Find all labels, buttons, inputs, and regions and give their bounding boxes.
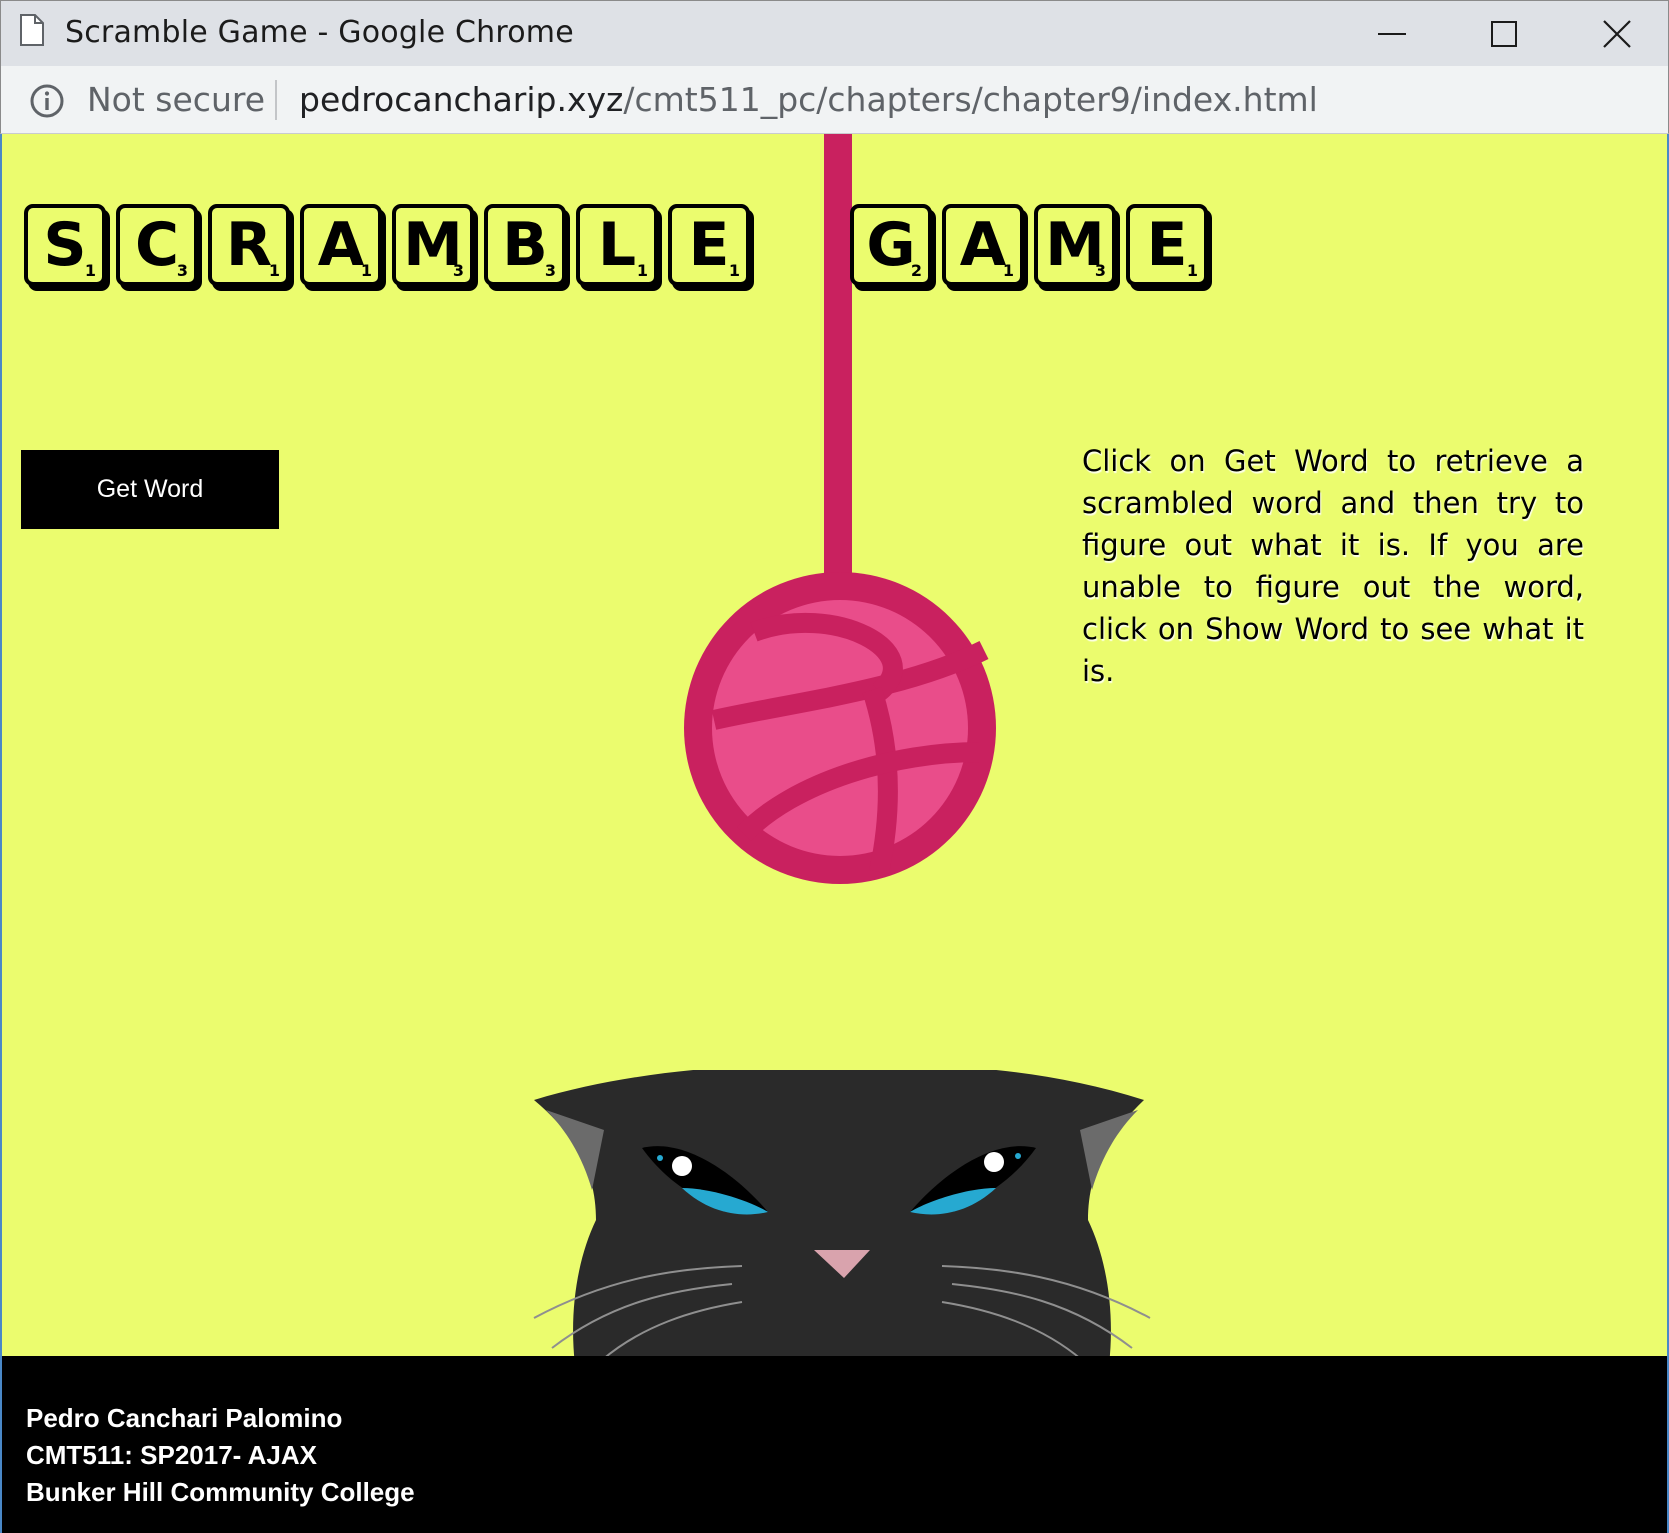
letter-tile: A1 [942,204,1024,286]
tile-score: 1 [1186,261,1198,280]
footer-school: Bunker Hill Community College [26,1477,415,1507]
maximize-icon [1491,21,1517,47]
tile-score: 3 [452,261,464,280]
letter-tile: M3 [1034,204,1116,286]
window-titlebar: Scramble Game - Google Chrome [0,0,1669,66]
letter-tile: M3 [392,204,474,286]
yarn-string [824,134,852,584]
letter-tile: L1 [576,204,658,286]
window-title: Scramble Game - Google Chrome [65,15,574,50]
scramble-game-heading: S1 C3 R1 A1 M3 B3 L1 E1 G2 A1 M3 E1 [24,204,1224,294]
page-icon [20,14,44,46]
minimize-button[interactable] [1334,1,1450,67]
letter-tile: R1 [208,204,290,286]
letter-tile: G2 [850,204,932,286]
url-host: pedrocancharip.xyz [299,80,624,119]
tile-score: 3 [1094,261,1106,280]
tile-score: 1 [728,261,740,280]
tile-score: 1 [268,261,280,280]
close-button[interactable] [1559,1,1669,67]
info-icon[interactable] [29,83,65,119]
letter-tile: S1 [24,204,106,286]
maximize-button[interactable] [1446,1,1562,67]
close-icon [1603,20,1631,48]
tile-score: 3 [176,261,188,280]
get-word-button[interactable]: Get Word [21,450,279,529]
letter-tile: A1 [300,204,382,286]
instructions-text: Click on Get Word to retrieve a scramble… [1082,444,1584,688]
footer-author: Pedro Canchari Palomino [26,1403,343,1433]
address-bar[interactable]: Not secure pedrocancharip.xyz/cmt511_pc/… [0,66,1669,134]
page-footer: Pedro Canchari Palomino CMT511: SP2017- … [2,1356,1667,1533]
tile-score: 1 [1002,261,1014,280]
address-separator [275,80,277,120]
letter-tile: B3 [484,204,566,286]
tile-score: 1 [84,261,96,280]
letter-tile: E1 [1126,204,1208,286]
url-text[interactable]: pedrocancharip.xyz/cmt511_pc/chapters/ch… [299,80,1318,119]
cat-illustration [533,1070,1151,1404]
yarn-ball-illustration [684,572,996,884]
letter-tile: C3 [116,204,198,286]
footer-credits: Pedro Canchari Palomino CMT511: SP2017- … [26,1400,415,1511]
footer-course: CMT511: SP2017- AJAX [26,1440,317,1470]
tile-score: 1 [636,261,648,280]
tile-score: 1 [360,261,372,280]
page-viewport: S1 C3 R1 A1 M3 B3 L1 E1 G2 A1 M3 E1 Get … [0,134,1669,1533]
tile-score: 2 [910,261,922,280]
minimize-icon [1378,33,1406,35]
url-path: /cmt511_pc/chapters/chapter9/index.html [623,80,1318,119]
letter-tile: E1 [668,204,750,286]
tile-score: 3 [544,261,556,280]
security-status-label[interactable]: Not secure [87,80,265,119]
